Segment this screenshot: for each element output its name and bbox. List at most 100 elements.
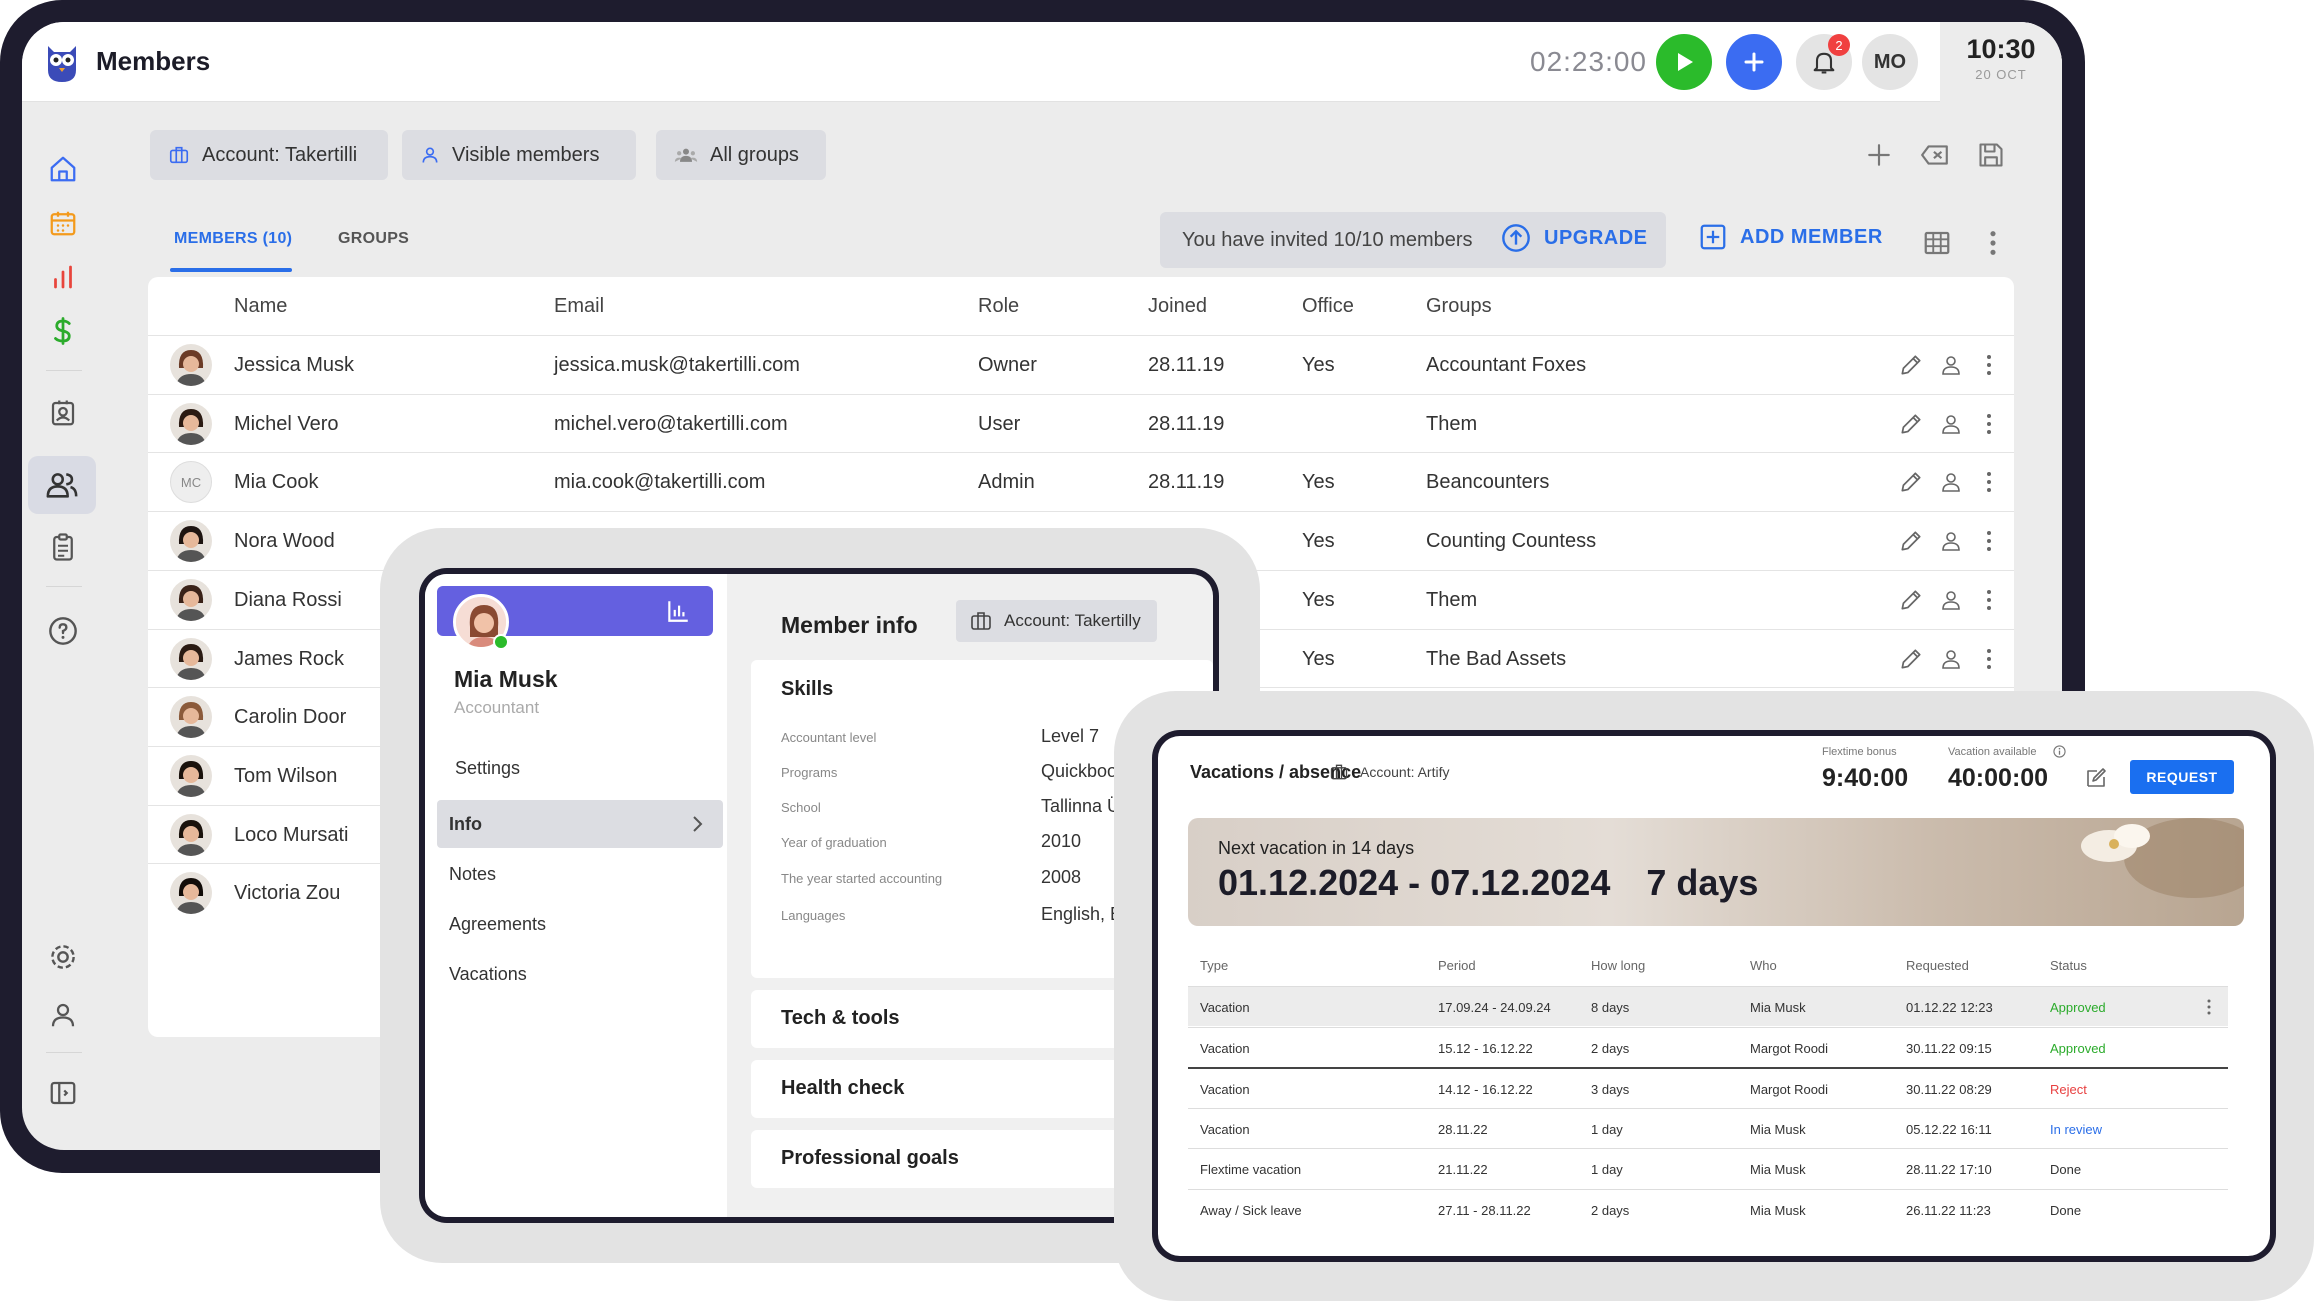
menu-item-info[interactable]: Info bbox=[449, 814, 482, 835]
start-timer-button[interactable] bbox=[1656, 34, 1712, 90]
cell-period: 14.12 - 16.12.22 bbox=[1438, 1082, 1533, 1097]
column-header-name[interactable]: Name bbox=[234, 295, 287, 318]
row-menu-icon[interactable] bbox=[1972, 465, 2006, 499]
row-menu-icon[interactable] bbox=[1972, 524, 2006, 558]
save-icon[interactable] bbox=[1974, 138, 2008, 172]
cell-who: Margot Roodi bbox=[1750, 1082, 1829, 1097]
settings-icon[interactable] bbox=[42, 936, 84, 978]
column-header-who[interactable]: Who bbox=[1750, 958, 1777, 973]
table-view-icon[interactable] bbox=[1920, 226, 1954, 260]
tab-members[interactable]: MEMBERS (10) bbox=[174, 230, 292, 248]
add-icon[interactable] bbox=[1862, 138, 1896, 172]
edit-icon[interactable] bbox=[1894, 407, 1928, 441]
more-options-icon[interactable] bbox=[1976, 226, 2010, 260]
user-profile-icon[interactable] bbox=[1934, 465, 1968, 499]
collapse-panel-icon[interactable] bbox=[42, 1072, 84, 1114]
account-filter-chip[interactable]: Account: Takertilli bbox=[150, 130, 388, 180]
calendar-icon[interactable] bbox=[42, 202, 84, 244]
flextime-label: Flextime bonus bbox=[1822, 746, 1897, 758]
skill-value: 2008 bbox=[1041, 867, 1082, 887]
clock-date: 20 OCT bbox=[1975, 67, 2027, 82]
vacation-account-label: Account: Artify bbox=[1360, 764, 1450, 780]
column-header-joined[interactable]: Joined bbox=[1148, 295, 1207, 318]
edit-icon[interactable] bbox=[2084, 766, 2108, 790]
account-filter-label: Account: Takertilli bbox=[202, 143, 358, 166]
add-member-button[interactable]: ADD MEMBER bbox=[1698, 222, 1883, 252]
row-menu-icon[interactable] bbox=[2206, 998, 2212, 1016]
cell-how-long: 1 day bbox=[1591, 1162, 1623, 1177]
request-button[interactable]: REQUEST bbox=[2130, 760, 2234, 794]
column-header-role[interactable]: Role bbox=[978, 295, 1019, 318]
user-icon[interactable] bbox=[42, 994, 84, 1036]
column-header-period[interactable]: Period bbox=[1438, 958, 1476, 973]
column-header-email[interactable]: Email bbox=[554, 295, 604, 318]
visible-members-filter-chip[interactable]: Visible members bbox=[402, 130, 636, 180]
bar-chart-icon[interactable] bbox=[42, 256, 84, 298]
profile-name: Mia Musk bbox=[454, 666, 558, 692]
avatar: MC bbox=[170, 461, 212, 504]
cell-name: Tom Wilson bbox=[234, 764, 338, 787]
edit-icon[interactable] bbox=[1894, 583, 1928, 617]
cell-requested: 30.11.22 09:15 bbox=[1906, 1040, 1992, 1056]
next-vacation-length: 7 days bbox=[1646, 862, 1759, 903]
cell-how-long: 8 days bbox=[1591, 1000, 1630, 1015]
dollar-icon[interactable] bbox=[42, 310, 84, 352]
skill-label: School bbox=[781, 800, 821, 815]
row-menu-icon[interactable] bbox=[1972, 583, 2006, 617]
column-header-requested[interactable]: Requested bbox=[1906, 958, 1969, 973]
cell-type: Away / Sick leave bbox=[1200, 1202, 1302, 1218]
vacation-row[interactable]: Vacation 14.12 - 16.12.22 3 days Margot Roo… bbox=[1188, 1067, 2228, 1107]
user-profile-icon[interactable] bbox=[1934, 583, 1968, 617]
tab-groups[interactable]: GROUPS bbox=[338, 230, 409, 248]
clipboard-icon[interactable] bbox=[42, 526, 84, 568]
groups-filter-chip[interactable]: All groups bbox=[656, 130, 826, 180]
people-icon[interactable] bbox=[28, 456, 96, 514]
id-badge-icon[interactable] bbox=[42, 392, 84, 434]
user-profile-icon[interactable] bbox=[1934, 642, 1968, 676]
edit-icon[interactable] bbox=[1894, 524, 1928, 558]
column-header-how-long[interactable]: How long bbox=[1591, 958, 1645, 973]
quick-add-button[interactable] bbox=[1726, 34, 1782, 90]
vacation-row[interactable]: Vacation 28.11.22 1 day Mia Musk 05.12.22 16… bbox=[1188, 1107, 2228, 1148]
row-menu-icon[interactable] bbox=[1972, 407, 2006, 441]
stats-icon[interactable] bbox=[665, 598, 691, 624]
table-row[interactable]: Jessica Musk jessica.musk@takertilli.com O… bbox=[148, 335, 2014, 393]
column-header-groups[interactable]: Groups bbox=[1426, 295, 1492, 318]
edit-icon[interactable] bbox=[1894, 348, 1928, 382]
column-header-type[interactable]: Type bbox=[1200, 958, 1228, 973]
user-profile-icon[interactable] bbox=[1934, 348, 1968, 382]
home-icon[interactable] bbox=[42, 148, 84, 190]
table-row[interactable]: Michel Vero michel.vero@takertilli.com Use… bbox=[148, 393, 2014, 452]
user-avatar-button[interactable]: MO bbox=[1862, 34, 1918, 90]
upgrade-button[interactable]: UPGRADE bbox=[1500, 222, 1648, 254]
user-profile-icon[interactable] bbox=[1934, 407, 1968, 441]
info-icon[interactable] bbox=[2053, 745, 2066, 758]
column-header-status[interactable]: Status bbox=[2050, 958, 2087, 973]
clear-filter-icon[interactable] bbox=[1918, 138, 1952, 172]
cell-groups: Beancounters bbox=[1426, 471, 1550, 494]
vacation-row[interactable]: Vacation 15.12 - 16.12.22 2 days Margot Roo… bbox=[1188, 1026, 2228, 1067]
column-header-office[interactable]: Office bbox=[1302, 295, 1354, 318]
row-menu-icon[interactable] bbox=[1972, 348, 2006, 382]
help-icon[interactable] bbox=[42, 610, 84, 652]
vacation-row[interactable]: Vacation 17.09.24 - 24.09.24 8 days Mia Mus… bbox=[1188, 986, 2228, 1026]
menu-item-agreements[interactable]: Agreements bbox=[449, 914, 546, 935]
vacations-screen: Vacations / absence Account: Artify Flex… bbox=[1158, 736, 2270, 1256]
menu-item-notes[interactable]: Notes bbox=[449, 864, 496, 885]
edit-icon[interactable] bbox=[1894, 642, 1928, 676]
menu-item-settings[interactable]: Settings bbox=[455, 758, 520, 779]
member-account-chip[interactable]: Account: Takertilly bbox=[956, 600, 1157, 642]
vacation-account-chip[interactable]: Account: Artify bbox=[1328, 762, 1449, 782]
menu-item-vacations[interactable]: Vacations bbox=[449, 964, 527, 985]
row-menu-icon[interactable] bbox=[1972, 642, 2006, 676]
avatar-initials: MC bbox=[180, 474, 202, 490]
top-bar: Members 02:23:00 2 MO 10:30 20 OCT bbox=[22, 22, 2062, 102]
edit-icon[interactable] bbox=[1894, 465, 1928, 499]
table-row[interactable]: MC Mia Cook mia.cook@takertilli.com Admin 28… bbox=[148, 452, 2014, 510]
briefcase-icon bbox=[971, 612, 991, 630]
cell-status: Approved bbox=[2050, 1000, 2106, 1015]
vacation-row[interactable]: Flextime vacation 21.11.22 1 day Mia Musk 28… bbox=[1188, 1148, 2228, 1188]
vacation-row[interactable]: Away / Sick leave 27.11 - 28.11.22 2 days M… bbox=[1188, 1188, 2228, 1229]
user-profile-icon[interactable] bbox=[1934, 524, 1968, 558]
skill-label: The year started accounting bbox=[781, 871, 943, 886]
